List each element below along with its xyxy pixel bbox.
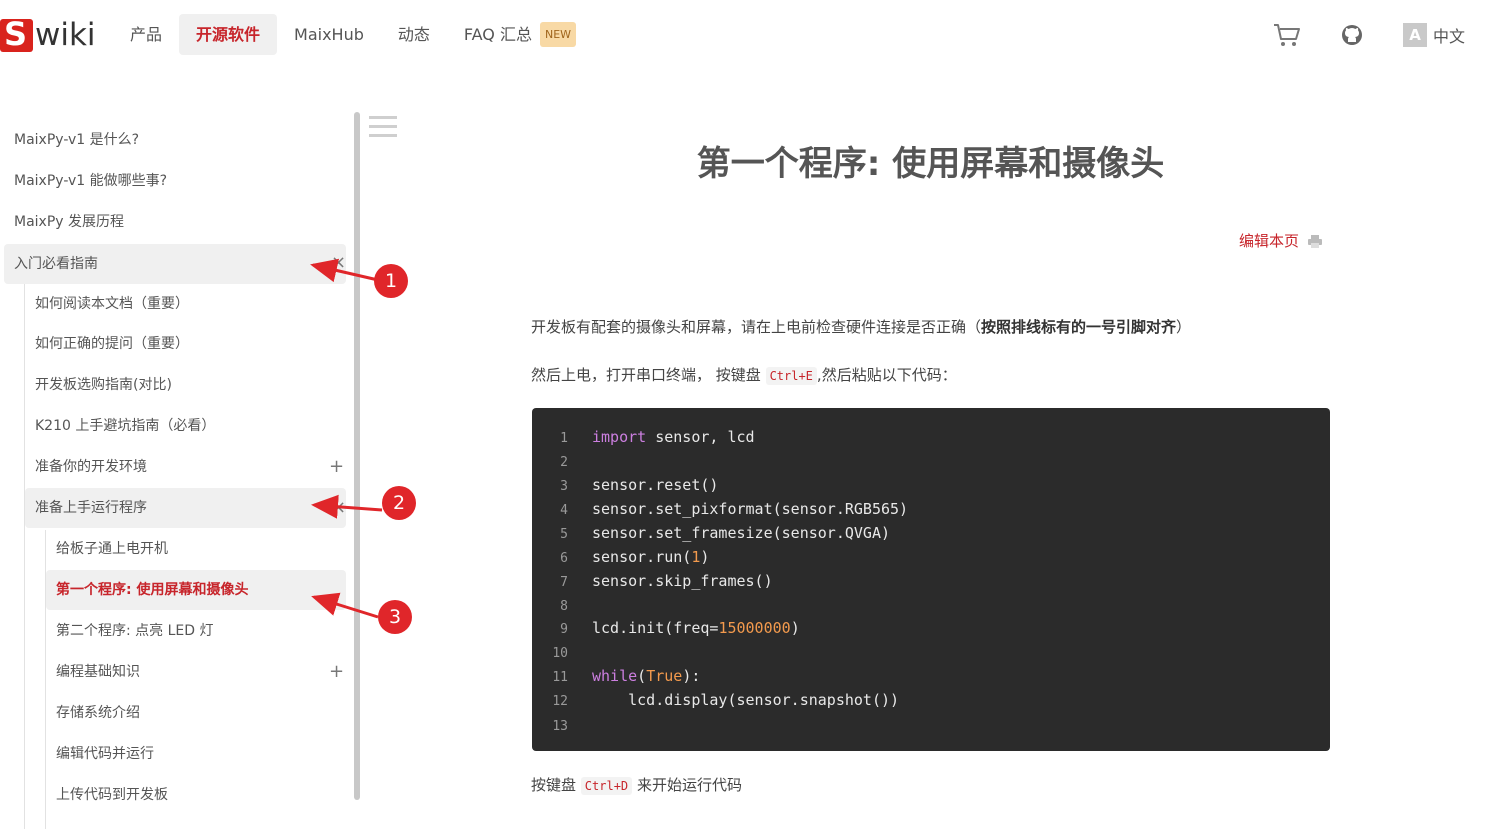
- site-logo[interactable]: S wiki: [0, 15, 96, 55]
- nav-faq[interactable]: FAQ 汇总: [447, 14, 532, 55]
- sidebar-item[interactable]: 给板子通上电开机: [56, 529, 168, 569]
- run-paragraph: 按键盘 Ctrl+D 来开始运行代码: [531, 774, 742, 795]
- code-line: 6 sensor.run(1): [560, 548, 710, 566]
- collapse-icon[interactable]: ×: [331, 253, 346, 273]
- expand-icon[interactable]: +: [329, 662, 344, 682]
- sidebar-item-current[interactable]: 第一个程序: 使用屏幕和摄像头: [46, 570, 346, 610]
- tree-guide: [24, 284, 25, 829]
- code-line: 7 sensor.skip_frames(): [560, 572, 773, 590]
- sidebar-item[interactable]: 如何阅读本文档（重要）: [35, 284, 189, 324]
- paragraph-text: ,然后粘贴以下代码：: [816, 366, 957, 384]
- key-ctrl-e: Ctrl+E: [765, 367, 817, 385]
- key-ctrl-d: Ctrl+D: [580, 777, 633, 795]
- logo-text: wiki: [35, 17, 96, 53]
- sidebar-group-getting-started[interactable]: 入门必看指南: [4, 244, 346, 284]
- code-line: 1 import sensor, lcd: [560, 428, 755, 446]
- nav-open-source[interactable]: 开源软件: [179, 14, 278, 55]
- logo-mark: S: [0, 15, 33, 53]
- translate-icon: A: [1403, 23, 1427, 47]
- sidebar-item[interactable]: MaixPy-v1 能做哪些事?: [14, 161, 167, 201]
- expand-icon[interactable]: +: [329, 457, 344, 477]
- language-label: 中文: [1433, 27, 1466, 46]
- logo-mark-letter: S: [4, 14, 28, 53]
- paragraph-text: ）: [1176, 318, 1192, 336]
- instruction-paragraph: 然后上电，打开串口终端， 按键盘 Ctrl+E ,然后粘贴以下代码：: [531, 364, 957, 385]
- sidebar-item[interactable]: MaixPy-v1 是什么?: [14, 120, 139, 160]
- code-line: 5 sensor.set_framesize(sensor.QVGA): [560, 524, 891, 542]
- paragraph-text: 然后上电，打开串口终端， 按键盘: [531, 366, 761, 384]
- print-icon[interactable]: [1307, 233, 1323, 249]
- sidebar-item[interactable]: 编程基础知识: [56, 652, 140, 692]
- main-nav: 产品 开源软件 MaixHub 动态 FAQ 汇总 NEW: [113, 14, 577, 55]
- paragraph-text: 来开始运行代码: [636, 776, 742, 794]
- cart-icon[interactable]: [1270, 20, 1304, 50]
- sidebar-item[interactable]: 准备你的开发环境: [35, 447, 147, 487]
- annotation-badge-3: 3: [378, 600, 412, 634]
- edit-page-link[interactable]: 编辑本页: [1239, 230, 1323, 251]
- sidebar-group-run-program[interactable]: 准备上手运行程序: [25, 488, 346, 528]
- annotation-badge-1: 1: [374, 264, 408, 298]
- paragraph-bold: 按照排线标有的一号引脚对齐: [981, 318, 1177, 336]
- code-line: 2: [560, 455, 568, 470]
- nav-maixhub[interactable]: MaixHub: [277, 14, 381, 55]
- code-block[interactable]: 1 import sensor, lcd 2 3 sensor.reset() 4s…: [532, 408, 1330, 751]
- nav-products[interactable]: 产品: [113, 14, 179, 55]
- edit-page-label: 编辑本页: [1239, 232, 1300, 250]
- code-line: 11 while(True):: [552, 667, 701, 685]
- page-title: 第一个程序: 使用屏幕和摄像头: [696, 144, 1165, 184]
- collapse-icon[interactable]: ×: [331, 498, 346, 518]
- nav-news[interactable]: 动态: [381, 14, 447, 55]
- doc-sidebar: MaixPy-v1 是什么? MaixPy-v1 能做哪些事? MaixPy 发…: [0, 110, 365, 829]
- language-switch[interactable]: A 中文: [1403, 23, 1465, 47]
- top-header: S wiki 产品 开源软件 MaixHub 动态 FAQ 汇总 NEW A 中…: [0, 0, 1495, 70]
- code-line: 9 lcd.init(freq=15000000): [560, 619, 800, 637]
- code-line: 10: [552, 646, 568, 661]
- sidebar-item-label: 入门必看指南: [14, 256, 98, 272]
- sidebar-item[interactable]: K210 上手避坑指南（必看）: [35, 406, 215, 446]
- github-icon[interactable]: [1335, 20, 1369, 50]
- sidebar-item[interactable]: 如何正确的提问（重要）: [35, 324, 189, 364]
- sidebar-item[interactable]: MaixPy 发展历程: [14, 202, 124, 242]
- new-badge: NEW: [540, 22, 577, 47]
- paragraph-text: 按键盘: [531, 776, 577, 794]
- sidebar-item[interactable]: 存储系统介绍: [56, 693, 140, 733]
- sidebar-item-label: 准备上手运行程序: [35, 500, 147, 516]
- code-line: 13: [552, 719, 568, 734]
- paragraph-text: 开发板有配套的摄像头和屏幕，请在上电前检查硬件连接是否正确（: [531, 318, 982, 336]
- code-line: 8: [560, 599, 568, 614]
- code-line: 3 sensor.reset(): [560, 476, 719, 494]
- header-actions: A 中文: [1270, 20, 1465, 50]
- sidebar-scrollbar[interactable]: [354, 112, 360, 800]
- menu-toggle-icon[interactable]: [369, 116, 397, 140]
- sidebar-item[interactable]: 第二个程序: 点亮 LED 灯: [56, 611, 214, 651]
- code-line: 4 sensor.set_pixformat(sensor.RGB565): [560, 500, 909, 518]
- sidebar-item[interactable]: 上传代码到开发板: [56, 775, 168, 815]
- code-line: 12 lcd.display(sensor.snapshot()): [552, 691, 900, 709]
- sidebar-item[interactable]: 编辑代码并运行: [56, 734, 154, 774]
- intro-paragraph: 开发板有配套的摄像头和屏幕，请在上电前检查硬件连接是否正确（按照排线标有的一号引…: [531, 316, 1191, 337]
- annotation-badge-2: 2: [382, 486, 416, 520]
- sidebar-item[interactable]: 开发板选购指南(对比): [35, 365, 172, 405]
